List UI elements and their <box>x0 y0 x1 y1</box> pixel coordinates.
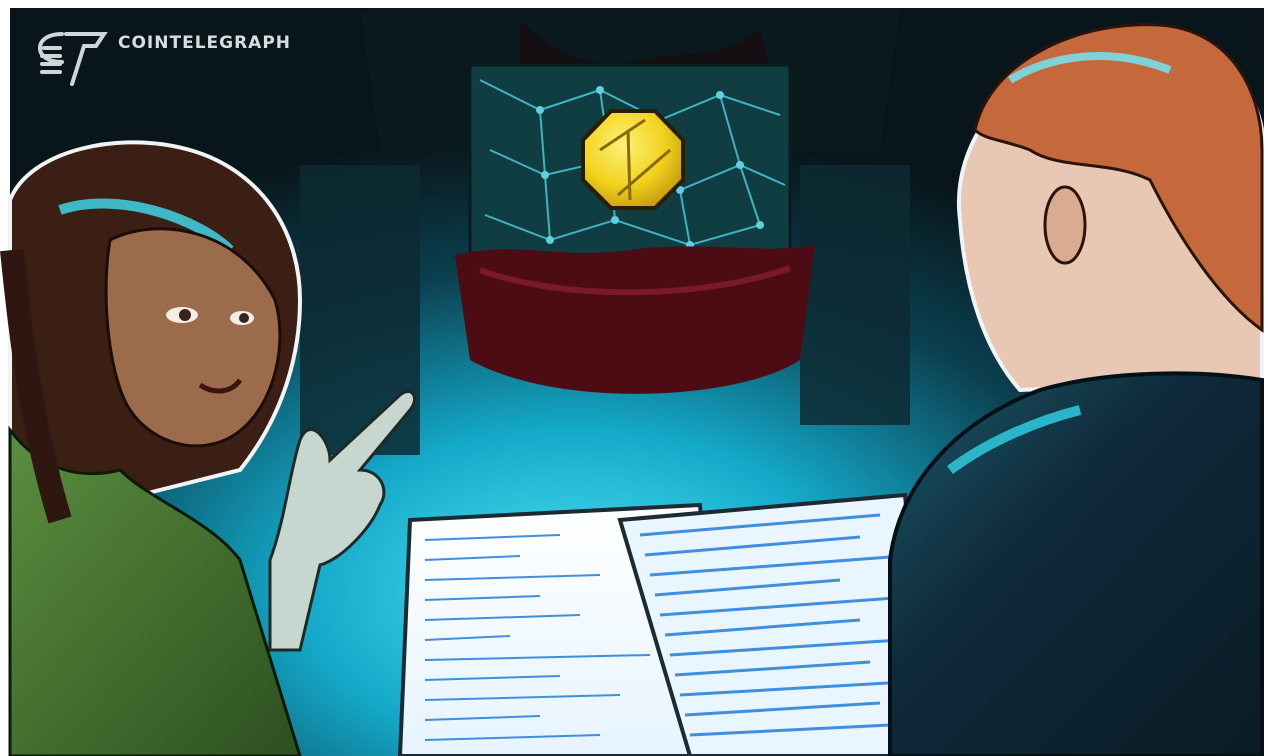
brand-wordmark: COINTELEGRAPH <box>118 33 292 53</box>
hero-illustration: COINTELEGRAPH <box>0 0 1268 756</box>
velvet-cushion <box>455 245 815 394</box>
scene-artwork <box>0 0 1268 756</box>
crypto-coin-icon <box>581 109 685 210</box>
woman-figure <box>0 140 303 756</box>
